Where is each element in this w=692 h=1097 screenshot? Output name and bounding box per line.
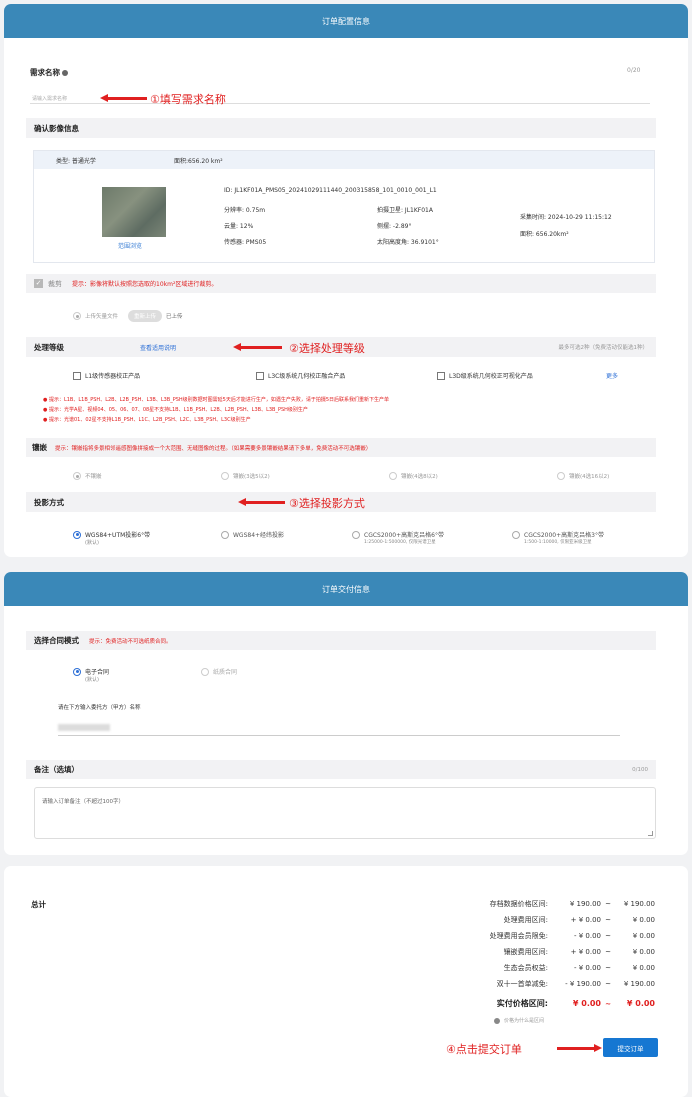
radio[interactable] xyxy=(512,530,520,539)
checkbox[interactable] xyxy=(73,371,81,380)
level-option-l1[interactable]: L1级传感器校正产品 xyxy=(73,371,140,380)
redacted-value xyxy=(58,724,110,731)
level-tip-1: ● 提示：L1B、L1B_PSH、L2B、L2B_PSH、L3B、L3B_PSH… xyxy=(43,397,390,403)
req-name-label: 需求名称 xyxy=(30,67,68,78)
level-tip-3: ● 提示：光谱01、02星不支持L1B_PSH、L1C、L2B_PSH、L2C、… xyxy=(43,417,251,423)
projection-option-2[interactable]: WGS84+经纬投影 xyxy=(221,530,284,539)
radio[interactable] xyxy=(73,667,81,676)
entrust-input[interactable] xyxy=(58,720,620,736)
contract-paper[interactable]: 纸质合同 xyxy=(201,667,237,676)
price-row: 处理费用会员限免: - ¥ 0.00 ~ ¥ 0.00 xyxy=(489,932,655,940)
radio[interactable] xyxy=(201,667,209,676)
total-label: 总计 xyxy=(31,900,46,909)
crop-tip: 提示：影像将默认按照您选取的10km²区域进行裁剪。 xyxy=(72,281,218,288)
level-help-link[interactable]: 查看适用说明 xyxy=(140,343,176,352)
contract-electronic[interactable]: 电子合同 (默认) xyxy=(73,667,109,683)
mosaic-option-3[interactable]: 镶嵌(4选8以2) xyxy=(389,472,438,480)
remark-textarea[interactable]: 请输入订单备注（不超过100字） xyxy=(34,787,656,839)
submit-order-button[interactable]: 提交订单 xyxy=(603,1038,658,1057)
image-resolution: 分辨率: 0.75m xyxy=(224,207,266,214)
annot-3: ③选择投影方式 xyxy=(289,497,365,510)
preview-link[interactable]: 范围浏览 xyxy=(118,241,142,250)
price-help-link[interactable]: 价格为什么是区间 xyxy=(494,1017,544,1024)
crop-checkbox[interactable]: ✓ xyxy=(34,279,43,288)
annot-2: ②选择处理等级 xyxy=(289,342,365,355)
annot-1: ①填写需求名称 xyxy=(150,93,226,106)
price-row: 处理费用区间: + ¥ 0.00 ~ ¥ 0.00 xyxy=(503,916,655,924)
order-delivery-header: 订单交付信息 xyxy=(4,572,688,606)
image-sun-angle: 太阳高度角: 36.9101° xyxy=(377,239,439,246)
image-area: 面积: 656.20km² xyxy=(520,231,569,238)
image-satellite: 拍摄卫星: JL1KF01A xyxy=(377,207,433,214)
annot-4: ④点击提交订单 xyxy=(446,1043,522,1056)
price-row: 镶嵌费用区间: + ¥ 0.00 ~ ¥ 0.00 xyxy=(503,948,655,956)
image-cloud: 云量: 12% xyxy=(224,223,254,230)
price-row: 存档数据价格区间: ¥ 190.00 ~ ¥ 190.00 xyxy=(489,900,655,908)
radio[interactable] xyxy=(221,530,229,539)
crop-label: 裁剪 xyxy=(48,279,62,288)
radio[interactable] xyxy=(352,530,360,539)
radio[interactable] xyxy=(73,472,81,480)
mosaic-option-2[interactable]: 镶嵌(3选5以2) xyxy=(221,472,270,480)
level-option-l3c[interactable]: L3C级系统几何校正融合产品 xyxy=(256,371,345,380)
confirm-image-section: 确认影像信息 xyxy=(26,118,656,138)
annot-arrow-3 xyxy=(238,498,285,506)
level-tip-2: ● 提示：光学A星、视频04、05、06、07、08星不支持L1B、L1B_PS… xyxy=(43,407,308,413)
order-config-header: 订单配置信息 xyxy=(4,4,688,38)
annot-arrow-4 xyxy=(557,1047,595,1050)
image-id: ID: JL1KF01A_PMS05_20241029111440_200315… xyxy=(224,187,437,194)
projection-option-1[interactable]: WGS84+UTM投影6°带 (默认) xyxy=(73,530,150,546)
entrust-label: 请在下方输入委托方（甲方）名称 xyxy=(58,705,141,711)
level-more-link[interactable]: 更多 xyxy=(606,371,618,380)
remark-counter: 0/100 xyxy=(632,766,648,773)
remark-section: 备注（选填） 0/100 xyxy=(26,760,656,779)
price-row: 双十一首单减免: - ¥ 190.00 ~ ¥ 190.00 xyxy=(496,980,655,988)
mosaic-option-none[interactable]: 不镶嵌 xyxy=(73,472,102,480)
image-sensor: 传感器: PMS05 xyxy=(224,239,267,246)
checkbox[interactable] xyxy=(256,371,264,380)
resize-handle-icon xyxy=(648,831,653,836)
level-option-l3d[interactable]: L3D级系统几何校正可视化产品 xyxy=(437,371,533,380)
radio[interactable] xyxy=(389,472,397,480)
projection-option-3[interactable]: CGCS2000+高斯克吕格6°带 1:25000-1:500000, 仅限光谱… xyxy=(352,530,444,545)
checkbox[interactable] xyxy=(437,371,445,380)
mosaic-section: 镶嵌 提示：镶嵌指将多景相邻遥感图像拼接成一个大范围、无缝图像的过程。（如果需要… xyxy=(26,438,656,457)
image-tilt: 侧摆: -2.89° xyxy=(377,223,412,230)
price-row: 生态会员权益: - ¥ 0.00 ~ ¥ 0.00 xyxy=(503,964,655,972)
help-icon xyxy=(62,69,68,76)
question-icon xyxy=(494,1017,500,1024)
mosaic-tip: 提示：镶嵌指将多景相邻遥感图像拼接成一个大范围、无缝图像的过程。（如果需要多景镶… xyxy=(55,445,372,452)
image-time: 采集时间: 2024-10-29 11:15:12 xyxy=(520,214,612,221)
contract-tip: 提示：免费活动不可选纸质合同。 xyxy=(89,638,172,645)
radio[interactable] xyxy=(557,472,565,480)
level-max-note: 最多可选2种（免费活动仅能选1种） xyxy=(558,345,649,351)
annot-arrow-2 xyxy=(233,343,282,351)
actual-price-row: 实付价格区间: ¥ 0.00 ~ ¥ 0.00 xyxy=(496,999,655,1008)
contract-section: 选择合同模式 提示：免费活动不可选纸质合同。 xyxy=(26,631,656,650)
image-info-head: 类型: 普通光学 面积:656.20 km² xyxy=(34,151,654,169)
req-name-underline xyxy=(30,103,650,104)
radio[interactable] xyxy=(221,472,229,480)
radio[interactable] xyxy=(73,530,81,539)
uploaded-status: 已上传 xyxy=(166,314,183,320)
projection-option-4[interactable]: CGCS2000+高斯克吕格3°带 1:500-1:10000, 仅限亚米级卫星 xyxy=(512,530,604,545)
image-info-box: 类型: 普通光学 面积:656.20 km² 范围浏览 ID: JL1KF01A… xyxy=(33,150,655,263)
satellite-thumbnail[interactable] xyxy=(102,187,166,237)
mosaic-option-4[interactable]: 镶嵌(4选16以2) xyxy=(557,472,609,480)
crop-section: ✓ 裁剪 提示：影像将默认按照您选取的10km²区域进行裁剪。 xyxy=(26,274,656,293)
annot-arrow-1 xyxy=(100,94,147,102)
reupload-button[interactable]: 重新上传 xyxy=(128,310,163,322)
req-name-counter: 0/20 xyxy=(627,67,641,74)
upload-radio[interactable] xyxy=(73,312,81,320)
crop-upload-row: 上传矢量文件 重新上传 已上传 xyxy=(73,310,183,322)
